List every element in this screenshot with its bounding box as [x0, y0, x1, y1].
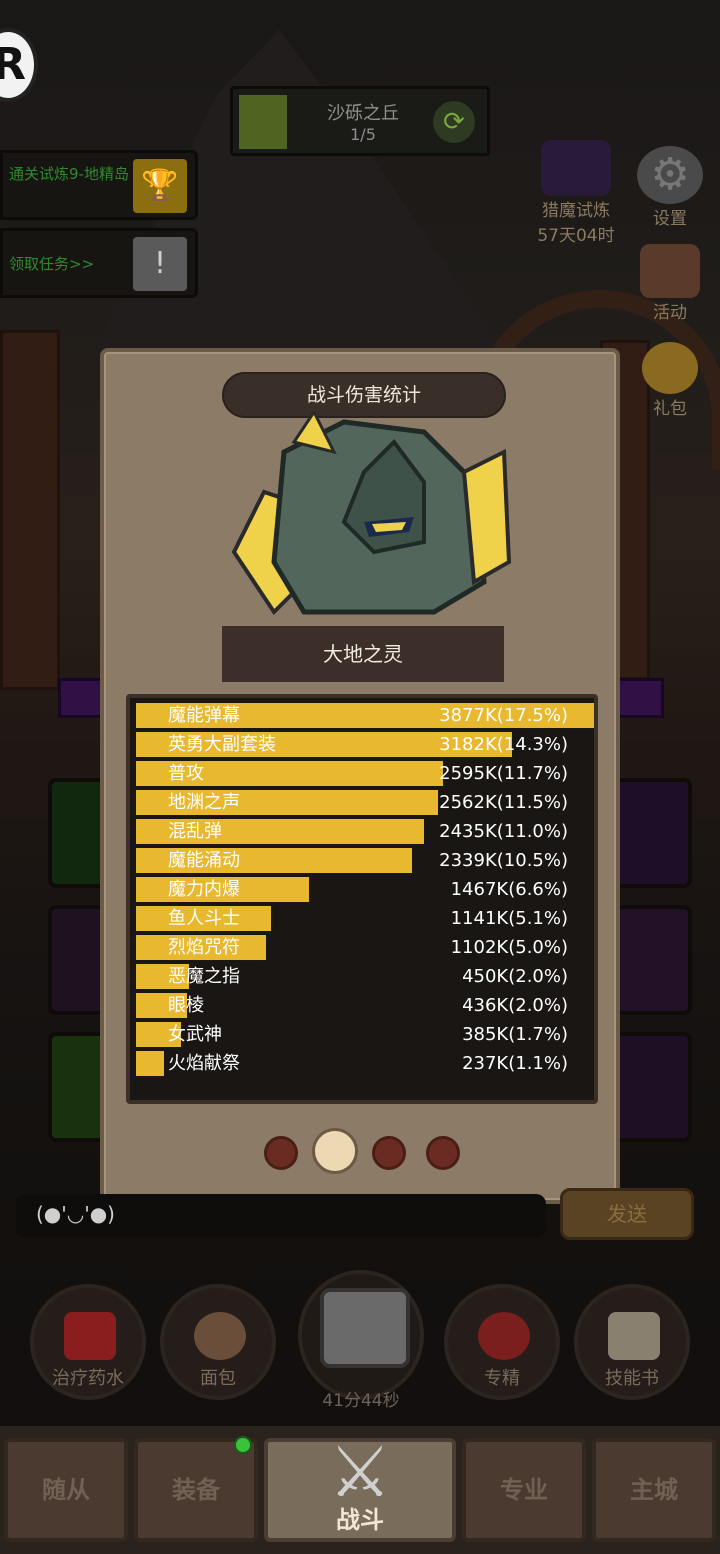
- hunt-trial-label: 猎魔试炼: [542, 201, 610, 221]
- settings-label: 设置: [653, 209, 687, 229]
- healing-potion-button[interactable]: 治疗药水: [30, 1284, 146, 1400]
- gear-icon: ⚙: [637, 146, 703, 204]
- trophy-icon: 🏆: [133, 159, 187, 213]
- damage-value: 2595K(11.7%): [439, 763, 568, 784]
- gift-icon: [642, 342, 698, 394]
- damage-value: 385K(1.7%): [462, 1024, 568, 1045]
- damage-row: 女武神 385K(1.7%): [136, 1021, 598, 1048]
- skill-name: 恶魔之指: [168, 966, 240, 987]
- item-label: 面包: [200, 1368, 236, 1389]
- skill-name: 火焰献祭: [168, 1053, 240, 1074]
- monster-name: 大地之灵: [222, 626, 504, 682]
- treasure-chest-button[interactable]: [298, 1270, 424, 1400]
- tab-battle-label: 战斗: [336, 1506, 384, 1534]
- tab-followers[interactable]: 随从: [4, 1438, 128, 1542]
- gift-button[interactable]: 礼包: [632, 342, 708, 419]
- page-dot-active[interactable]: [312, 1128, 358, 1174]
- item-label: 专精: [484, 1368, 520, 1389]
- damage-value: 1102K(5.0%): [450, 937, 568, 958]
- elite-icon: [478, 1312, 530, 1360]
- exclamation-icon: !: [133, 237, 187, 291]
- damage-value: 237K(1.1%): [462, 1053, 568, 1074]
- skill-name: 鱼人斗士: [168, 908, 240, 929]
- damage-row: 魔能弹幕 3877K(17.5%): [136, 702, 598, 729]
- damage-row: 火焰献祭 237K(1.1%): [136, 1050, 598, 1077]
- damage-value: 3877K(17.5%): [439, 705, 568, 726]
- skill-name: 魔能涌动: [168, 850, 240, 871]
- hunt-trial-timer: 57天04时: [537, 226, 615, 246]
- damage-row: 魔能涌动 2339K(10.5%): [136, 847, 598, 874]
- skill-name: 地渊之声: [168, 792, 240, 813]
- quest-item-accept[interactable]: 领取任务>> !: [0, 228, 198, 298]
- game-screen: R 沙砾之丘 1/5 ⟳ 通关试炼9-地精岛 🏆 领取任务>> ! 猎魔试炼 5…: [0, 0, 720, 1554]
- item-label: 技能书: [605, 1368, 659, 1389]
- notification-badge: [234, 1436, 252, 1454]
- stage-thumbnail: [239, 95, 287, 149]
- damage-row: 魔力内爆 1467K(6.6%): [136, 876, 598, 903]
- book-icon: [608, 1312, 660, 1360]
- stage-name: 沙砾之丘: [327, 103, 399, 124]
- damage-value: 450K(2.0%): [462, 966, 568, 987]
- stage-progress: 1/5: [350, 125, 376, 144]
- damage-row: 混乱弹 2435K(11.0%): [136, 818, 598, 845]
- chest-timer: 41分44秒: [322, 1391, 400, 1411]
- damage-table[interactable]: 魔能弹幕 3877K(17.5%) 英勇大副套装 3182K(14.3%) 普攻 2595…: [126, 694, 598, 1104]
- event-button[interactable]: 活动: [632, 244, 708, 323]
- send-button[interactable]: 发送: [560, 1188, 694, 1240]
- skill-name: 魔能弹幕: [168, 705, 240, 726]
- page-indicator: [264, 1128, 464, 1174]
- skill-name: 普攻: [168, 763, 204, 784]
- damage-value: 2435K(11.0%): [439, 821, 568, 842]
- quest-item-main[interactable]: 通关试炼9-地精岛 🏆: [0, 150, 198, 220]
- stage-panel: 沙砾之丘 1/5 ⟳: [230, 86, 490, 156]
- potion-icon: [64, 1312, 116, 1360]
- settings-button[interactable]: ⚙ 设置: [632, 146, 708, 229]
- damage-value: 1467K(6.6%): [450, 879, 568, 900]
- damage-row: 地渊之声 2562K(11.5%): [136, 789, 598, 816]
- skill-name: 女武神: [168, 1024, 222, 1045]
- item-label: 治疗药水: [52, 1368, 124, 1389]
- skill-name: 魔力内爆: [168, 879, 240, 900]
- scroll-icon: [640, 244, 700, 298]
- chat-input[interactable]: (●'◡'●): [16, 1194, 546, 1238]
- damage-row: 普攻 2595K(11.7%): [136, 760, 598, 787]
- skill-name: 烈焰咒符: [168, 937, 240, 958]
- demon-wing-icon: [541, 140, 611, 196]
- bread-icon: [194, 1312, 246, 1360]
- chat-emoticon: (●'◡'●): [36, 1202, 115, 1226]
- skill-book-button[interactable]: 技能书: [574, 1284, 690, 1400]
- skill-name: 混乱弹: [168, 821, 222, 842]
- quest-text: 领取任务>>: [9, 255, 95, 273]
- elite-button[interactable]: 专精: [444, 1284, 560, 1400]
- damage-stats-dialog: 战斗伤害统计 大地之灵 魔能弹幕 3877K(17.5%) 英勇大副套装 3182K(…: [100, 348, 620, 1204]
- tab-profession[interactable]: 专业: [462, 1438, 586, 1542]
- hunt-trial-button[interactable]: 猎魔试炼 57天04时: [528, 140, 624, 246]
- bread-button[interactable]: 面包: [160, 1284, 276, 1400]
- damage-value: 436K(2.0%): [462, 995, 568, 1016]
- refresh-icon[interactable]: ⟳: [433, 101, 475, 143]
- event-label: 活动: [653, 303, 687, 323]
- earth-spirit-monster-image: [231, 412, 512, 616]
- damage-value: 2562K(11.5%): [439, 792, 568, 813]
- skill-name: 英勇大副套装: [168, 734, 276, 755]
- page-dot[interactable]: [426, 1136, 460, 1170]
- quest-text: 通关试炼9-地精岛: [9, 165, 129, 183]
- gift-label: 礼包: [653, 399, 687, 419]
- damage-bar: [136, 1051, 164, 1076]
- damage-row: 恶魔之指 450K(2.0%): [136, 963, 598, 990]
- page-dot[interactable]: [372, 1136, 406, 1170]
- damage-value: 2339K(10.5%): [439, 850, 568, 871]
- tab-main-city[interactable]: 主城: [592, 1438, 716, 1542]
- page-dot[interactable]: [264, 1136, 298, 1170]
- damage-row: 烈焰咒符 1102K(5.0%): [136, 934, 598, 961]
- damage-value: 3182K(14.3%): [439, 734, 568, 755]
- damage-row: 眼棱 436K(2.0%): [136, 992, 598, 1019]
- skill-name: 眼棱: [168, 995, 204, 1016]
- damage-value: 1141K(5.1%): [450, 908, 568, 929]
- damage-row: 英勇大副套装 3182K(14.3%): [136, 731, 598, 758]
- damage-row: 鱼人斗士 1141K(5.1%): [136, 905, 598, 932]
- chest-icon: [320, 1288, 410, 1368]
